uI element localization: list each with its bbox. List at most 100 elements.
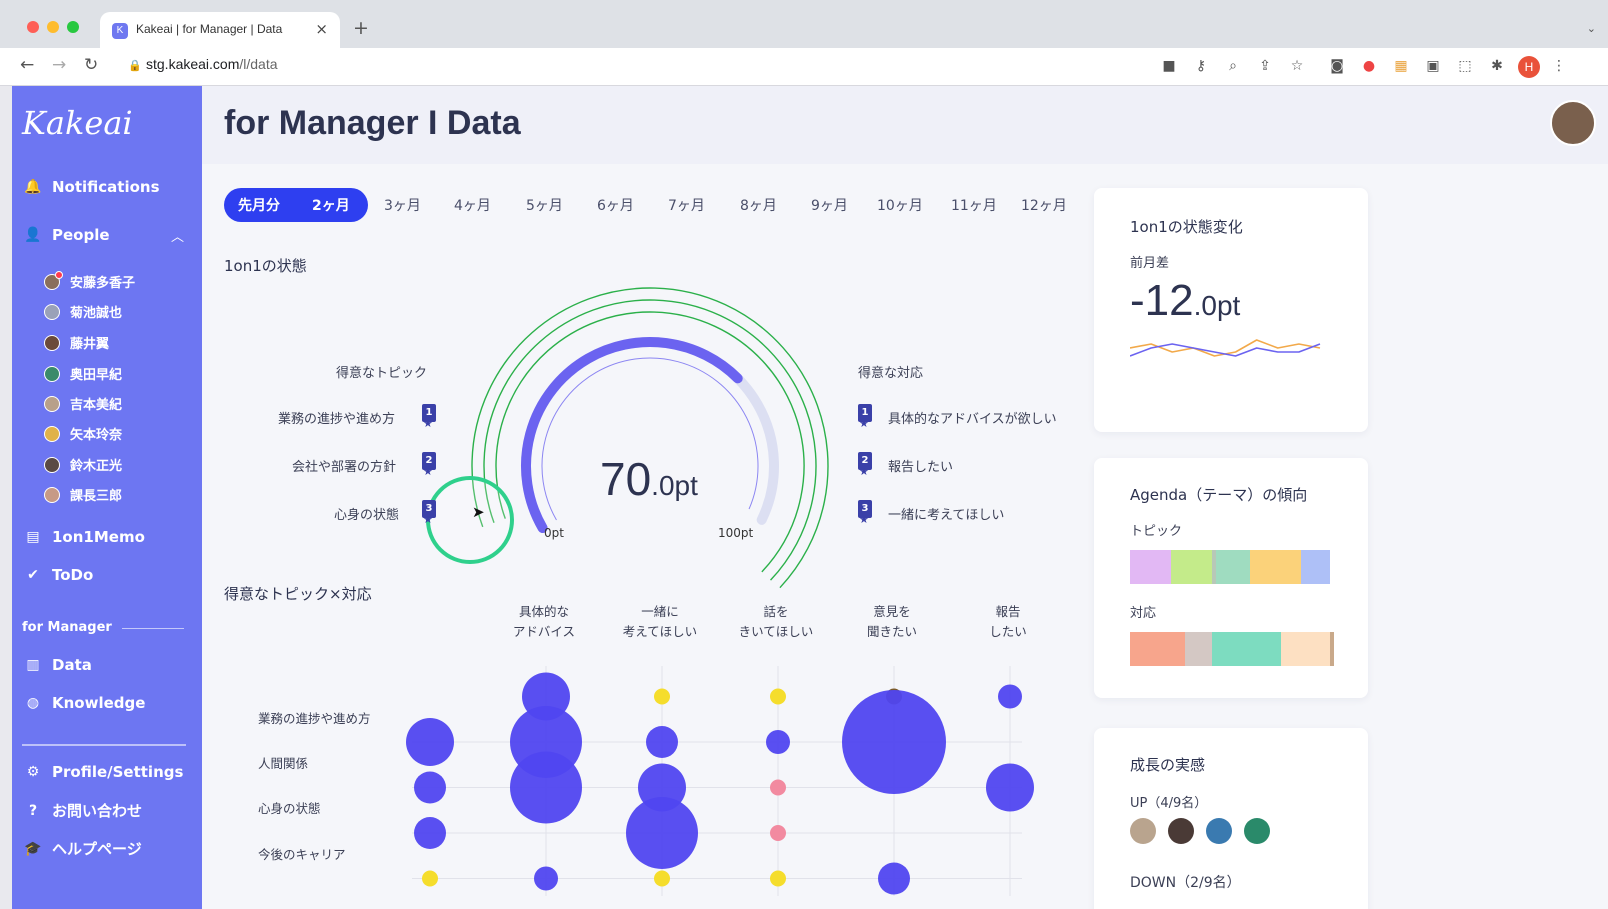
sidebar-item-help-page[interactable]: 🎓 ヘルプページ — [24, 838, 141, 859]
period-tab[interactable]: 5ヶ月 — [526, 195, 563, 215]
sidebar-person[interactable]: 鈴木正光 — [44, 455, 122, 474]
matrix-bubble[interactable] — [998, 684, 1022, 709]
sidebar-person[interactable]: 矢本玲奈 — [44, 424, 122, 443]
matrix-bubble[interactable] — [646, 726, 678, 758]
matrix-bubble[interactable] — [422, 870, 438, 887]
color-extension-icon[interactable]: ▦ — [1392, 57, 1410, 75]
sidebar-item-todo[interactable]: ✔ ToDo — [24, 566, 93, 584]
browser-tabbar: K Kakeai | for Manager | Data × + ⌄ — [0, 0, 1608, 48]
matrix-bubble[interactable] — [534, 866, 558, 891]
matrix-bubble[interactable] — [878, 862, 910, 895]
bar-segment[interactable] — [1280, 632, 1330, 666]
address-bar[interactable]: stg.kakeai.com/l/data — [146, 56, 278, 72]
bar-segment[interactable] — [1130, 632, 1186, 666]
back-icon[interactable]: ← — [20, 55, 34, 75]
maximize-window-icon[interactable] — [67, 21, 79, 33]
kakeai-logo[interactable]: Kakeai — [22, 104, 133, 142]
bar-segment[interactable] — [1170, 550, 1212, 584]
matrix-bubble[interactable] — [770, 779, 786, 796]
person-name: 菊池誠也 — [70, 306, 123, 321]
minimize-window-icon[interactable] — [47, 21, 59, 33]
matrix-bubble[interactable] — [842, 690, 946, 794]
browser-profile-avatar[interactable]: H — [1518, 56, 1540, 78]
column-line: したい — [989, 624, 1027, 639]
user-avatar[interactable] — [1550, 100, 1596, 146]
topic-item: 会社や部署の方針 — [292, 460, 397, 475]
sidebar-item-knowledge[interactable]: ◍ Knowledge — [24, 694, 146, 712]
new-tab-icon[interactable]: + — [353, 17, 369, 39]
matrix-bubble[interactable] — [510, 751, 582, 824]
sidebar-person[interactable]: 菊池誠也 — [44, 302, 122, 321]
sidebar-person[interactable]: 吉本美紀 — [44, 394, 122, 413]
avatar[interactable] — [1168, 818, 1194, 844]
browser-menu-icon[interactable]: ⋮ — [1550, 57, 1568, 75]
close-window-icon[interactable] — [27, 21, 39, 33]
period-tab[interactable]: 4ヶ月 — [454, 195, 491, 215]
column-line: 具体的な — [518, 604, 569, 619]
browser-tab[interactable]: K Kakeai | for Manager | Data × — [100, 12, 340, 48]
sidebar-item-notifications[interactable]: 🔔 Notifications — [24, 178, 160, 196]
reload-icon[interactable]: ↻ — [84, 55, 98, 75]
bar-segment[interactable] — [1215, 550, 1251, 584]
sidebar-item-1on1memo[interactable]: ▤ 1on1Memo — [24, 528, 145, 546]
period-tab[interactable]: 先月分 — [238, 195, 280, 215]
avatar[interactable] — [1244, 818, 1270, 844]
person-name: 安藤多香子 — [70, 276, 136, 291]
period-tab[interactable]: 10ヶ月 — [877, 195, 923, 215]
matrix-bubble[interactable] — [414, 817, 446, 849]
matrix-bubble[interactable] — [770, 825, 786, 841]
graduation-cap-icon: 🎓 — [24, 840, 42, 857]
bar-segment[interactable] — [1329, 632, 1334, 666]
camera-icon[interactable]: ■ — [1160, 57, 1178, 75]
sidebar-item-data[interactable]: ▥ Data — [24, 656, 92, 674]
period-tab[interactable]: 11ヶ月 — [951, 195, 997, 215]
matrix-bubble[interactable] — [406, 718, 454, 766]
tab-search-chevron-icon[interactable]: ⌄ — [1587, 22, 1596, 35]
chevron-up-icon[interactable]: ︿ — [171, 226, 184, 245]
period-tab[interactable]: 7ヶ月 — [668, 195, 705, 215]
matrix-bubble[interactable] — [654, 870, 670, 887]
share-icon[interactable]: ⇪ — [1256, 57, 1274, 75]
bar-segment[interactable] — [1301, 550, 1330, 584]
period-tab[interactable]: 9ヶ月 — [811, 195, 848, 215]
matrix-bubble[interactable] — [626, 797, 698, 869]
sidebar-person[interactable]: 課長三郎 — [44, 485, 122, 504]
matrix-bubble[interactable] — [986, 763, 1034, 812]
fullscreen-extension-icon[interactable]: ⬚ — [1456, 57, 1474, 75]
matrix-bubble[interactable] — [414, 771, 446, 804]
bar-segment[interactable] — [1211, 632, 1281, 666]
key-icon[interactable]: ⚷ — [1192, 57, 1210, 75]
bookmark-star-icon[interactable]: ☆ — [1288, 57, 1306, 75]
period-tab[interactable]: 12ヶ月 — [1021, 195, 1067, 215]
avatar[interactable] — [1130, 818, 1156, 844]
sidebar-item-profile-settings[interactable]: ⚙ Profile/Settings — [24, 763, 184, 781]
capture-extension-icon[interactable]: ▣ — [1424, 57, 1442, 75]
screenshot-extension-icon[interactable]: ◙ — [1328, 57, 1346, 75]
rank-badge-icon: 3 — [858, 500, 872, 525]
period-tab[interactable]: 6ヶ月 — [597, 195, 634, 215]
period-tab[interactable]: 2ヶ月 — [312, 195, 350, 215]
puzzle-extensions-icon[interactable]: ✱ — [1488, 57, 1506, 75]
matrix-bubble[interactable] — [770, 870, 786, 887]
sidebar-item-label: Notifications — [52, 178, 160, 196]
bar-segment[interactable] — [1130, 550, 1171, 584]
matrix-bubble[interactable] — [654, 688, 670, 705]
zoom-icon[interactable]: ⌕ — [1224, 57, 1242, 75]
matrix-row-label: 業務の進捗や進め方 — [258, 711, 371, 726]
forward-icon[interactable]: → — [52, 55, 66, 75]
bar-segment[interactable] — [1250, 550, 1302, 584]
period-tab[interactable]: 8ヶ月 — [740, 195, 777, 215]
pin-extension-icon[interactable]: ● — [1360, 57, 1378, 75]
sidebar-item-contact[interactable]: ? お問い合わせ — [24, 800, 142, 821]
sidebar: Kakeai 🔔 Notifications 👤 People ︿ 安藤多香子 … — [12, 86, 202, 909]
matrix-bubble[interactable] — [766, 730, 790, 754]
matrix-bubble[interactable] — [770, 688, 786, 705]
avatar[interactable] — [1206, 818, 1232, 844]
bar-segment[interactable] — [1185, 632, 1212, 666]
period-tab[interactable]: 3ヶ月 — [384, 195, 421, 215]
sidebar-person[interactable]: 安藤多香子 — [44, 270, 136, 291]
tab-close-icon[interactable]: × — [315, 20, 328, 38]
sidebar-person[interactable]: 藤井翼 — [44, 333, 109, 352]
sidebar-item-people[interactable]: 👤 People — [24, 226, 190, 244]
sidebar-person[interactable]: 奥田早紀 — [44, 364, 122, 383]
